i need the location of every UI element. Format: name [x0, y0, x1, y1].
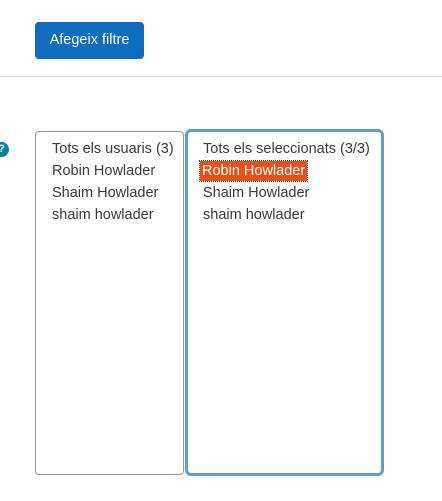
option-user-highlighted[interactable]: Robin Howlader [198, 160, 309, 182]
divider [0, 76, 442, 77]
available-users-listbox[interactable]: Tots els usuaris (3) Robin Howlader Shai… [35, 131, 184, 475]
option-user[interactable]: shaim howlader [203, 204, 381, 226]
selected-users-listbox[interactable]: Tots els seleccionats (3/3) Robin Howlad… [185, 129, 384, 476]
option-all-selected[interactable]: Tots els seleccionats (3/3) [203, 138, 381, 160]
add-filter-button[interactable]: Afegeix filtre [35, 22, 144, 59]
option-user[interactable]: shaim howlader [52, 204, 183, 226]
option-all-users[interactable]: Tots els usuaris (3) [52, 138, 183, 160]
help-icon[interactable]: ? [0, 142, 9, 157]
option-user[interactable]: Shaim Howlader [52, 182, 183, 204]
option-user[interactable]: Robin Howlader [52, 160, 183, 182]
option-user[interactable]: Shaim Howlader [203, 182, 381, 204]
option-user-selected-wrapper: Robin Howlader [198, 160, 381, 182]
page: Afegeix filtre ? Tots els usuaris (3) Ro… [0, 0, 442, 501]
